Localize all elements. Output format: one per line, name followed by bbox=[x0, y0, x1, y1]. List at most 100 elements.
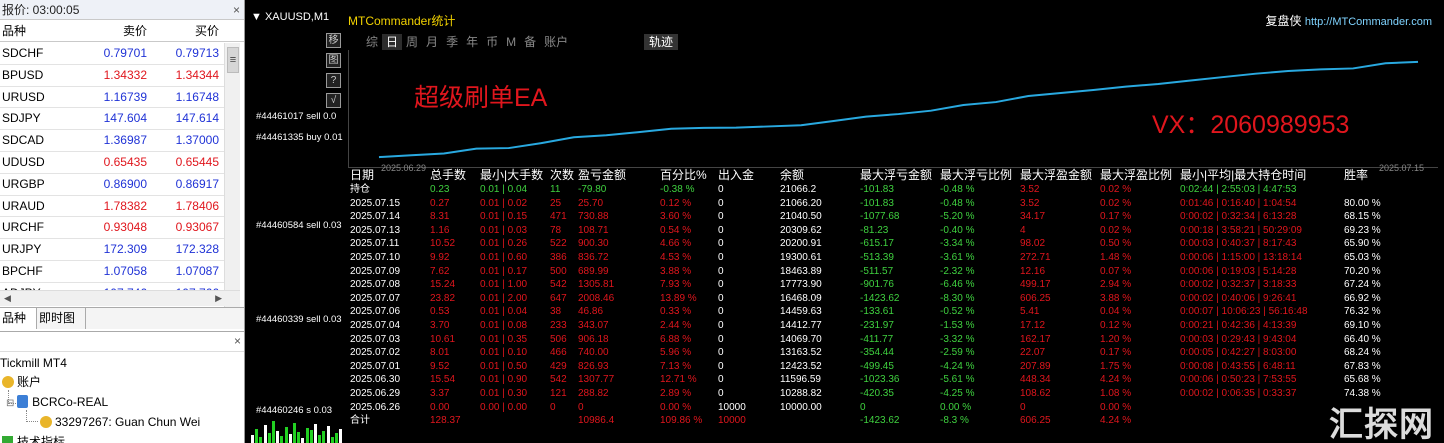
period-tab[interactable]: M bbox=[502, 34, 520, 50]
table-cell: 23.82 bbox=[430, 292, 456, 304]
col-bid[interactable]: 卖价 bbox=[78, 20, 150, 41]
table-cell: -2.59 % bbox=[940, 347, 975, 359]
close-icon[interactable]: × bbox=[234, 334, 241, 348]
table-cell: 20309.62 bbox=[780, 224, 822, 236]
check-button[interactable]: √ bbox=[326, 93, 341, 108]
table-cell: 0 bbox=[718, 184, 724, 195]
table-cell: 0.01 | 0.90 bbox=[480, 374, 528, 386]
chart-menu-icon[interactable]: ▼ bbox=[251, 11, 265, 23]
navigator-account[interactable]: 33297267: Guan Chun Wei bbox=[40, 413, 200, 431]
candle-bar bbox=[259, 437, 263, 443]
table-cell: 0.33 % bbox=[660, 306, 692, 318]
period-tab[interactable]: 币 bbox=[482, 34, 502, 50]
table-cell: 14459.63 bbox=[780, 306, 822, 318]
period-tab[interactable]: 月 bbox=[422, 34, 442, 50]
col-symbol[interactable]: 品种 bbox=[0, 20, 78, 41]
ask-price: 0.93067 bbox=[175, 220, 219, 235]
table-cell: 10.61 bbox=[430, 333, 456, 345]
help-button[interactable]: ? bbox=[326, 73, 341, 88]
order-label[interactable]: #44460584 sell 0.03 bbox=[256, 220, 342, 231]
move-button[interactable]: 移 bbox=[326, 33, 341, 48]
table-cell: 386 bbox=[550, 251, 567, 263]
symbol-row[interactable]: SDCAD 1.36987 1.37000 bbox=[0, 130, 224, 152]
table-cell: 1307.77 bbox=[578, 374, 615, 386]
symbol-row[interactable]: URGBP 0.86900 0.86917 bbox=[0, 174, 224, 196]
order-label[interactable]: #44461335 buy 0.01 bbox=[256, 132, 343, 143]
close-icon[interactable]: × bbox=[233, 0, 240, 20]
table-cell: 522 bbox=[550, 238, 567, 250]
table-cell: 0.01 | 0.04 bbox=[480, 306, 528, 318]
candle-bar bbox=[251, 435, 254, 443]
table-cell: -1423.62 bbox=[860, 415, 900, 427]
period-tab[interactable]: 综 bbox=[362, 34, 382, 50]
table-cell: 11596.59 bbox=[780, 374, 821, 386]
period-tab[interactable]: 日 bbox=[382, 34, 403, 50]
table-cell: 0.00 bbox=[430, 401, 450, 413]
candle-bar bbox=[272, 421, 275, 443]
table-cell: 0 bbox=[1020, 401, 1026, 413]
scroll-left-icon[interactable]: ◀ bbox=[4, 293, 11, 304]
table-cell: 121 bbox=[550, 387, 567, 399]
market-watch-title: 报价: 03:00:05 bbox=[2, 3, 80, 17]
order-label[interactable]: #44461017 sell 0.0 bbox=[256, 111, 337, 122]
scroll-right-icon[interactable]: ▶ bbox=[215, 293, 222, 304]
symbol-row[interactable]: SDCHF 0.79701 0.79713 bbox=[0, 43, 224, 65]
holding-row: 持仓 0.23 0.01 | 0.04 11 -79.80 -0.38 % 0 21066.2… bbox=[350, 183, 1440, 197]
order-label[interactable]: #44460339 sell 0.03 bbox=[256, 314, 342, 325]
symbol-row[interactable]: BPCHF 1.07058 1.07087 bbox=[0, 261, 224, 283]
table-cell: -5.61 % bbox=[940, 374, 975, 386]
chart-window[interactable]: ▼ XAUUSD,M1 移 图 ? √ #44461017 sell 0.0 #… bbox=[247, 0, 1444, 443]
symbol-row[interactable]: URUSD 1.16739 1.16748 bbox=[0, 87, 224, 109]
table-cell: 0.01 | 0.26 bbox=[480, 238, 528, 250]
horizontal-scrollbar[interactable]: ◀ ▶ bbox=[0, 290, 240, 306]
table-cell: 0 bbox=[718, 238, 724, 250]
table-cell: 0 bbox=[718, 279, 724, 291]
table-cell: 3.88 % bbox=[1100, 292, 1132, 304]
track-button[interactable]: 轨迹 bbox=[644, 34, 679, 50]
table-cell: 0 bbox=[578, 401, 584, 413]
table-cell: 0:00:02 | 0:06:35 | 0:33:37 bbox=[1180, 387, 1297, 399]
period-tab[interactable]: 周 bbox=[402, 34, 422, 50]
table-cell: 0 bbox=[718, 211, 724, 223]
market-watch-header: 报价: 03:00:05 × bbox=[0, 0, 244, 20]
navigator-indicators[interactable]: 技术指标 bbox=[2, 433, 65, 443]
period-tab[interactable]: 账户 bbox=[540, 34, 572, 50]
symbol-row[interactable]: URAUD 1.78382 1.78406 bbox=[0, 196, 224, 218]
period-tab[interactable]: 年 bbox=[462, 34, 482, 50]
bid-price: 1.16739 bbox=[103, 89, 147, 104]
navigator-root[interactable]: Tickmill MT4 bbox=[0, 354, 67, 372]
ask-price: 1.34344 bbox=[175, 67, 219, 82]
table-cell: 5.96 % bbox=[660, 347, 692, 359]
col-ask[interactable]: 买价 bbox=[150, 20, 222, 41]
table-cell: 2025.07.03 bbox=[350, 333, 401, 345]
symbol-row[interactable]: UDUSD 0.65435 0.65445 bbox=[0, 152, 224, 174]
tab-symbols[interactable]: 品种 bbox=[0, 308, 38, 329]
candle-bar bbox=[267, 433, 271, 443]
table-cell: 2025.07.04 bbox=[350, 319, 401, 331]
symbol-row[interactable]: SDJPY 147.604 147.614 bbox=[0, 108, 224, 131]
navigator-accounts[interactable]: 账户 bbox=[2, 373, 41, 391]
symbol-row[interactable]: URJPY 172.309 172.328 bbox=[0, 239, 224, 261]
tab-tick-chart[interactable]: 即时图 bbox=[37, 308, 87, 329]
ask-price: 1.07087 bbox=[175, 263, 219, 278]
vertical-scrollbar[interactable]: ≡ ▼ bbox=[224, 43, 240, 307]
table-cell: 3.88 % bbox=[660, 265, 692, 277]
navigator-server[interactable]: ⊟ BCRCo-REAL bbox=[6, 393, 108, 413]
symbol-row[interactable]: BPUSD 1.34332 1.34344 bbox=[0, 65, 224, 87]
candle-bar bbox=[335, 433, 338, 443]
period-tab[interactable]: 季 bbox=[442, 34, 462, 50]
symbol-row[interactable]: URCHF 0.93048 0.93067 bbox=[0, 217, 224, 240]
market-watch-tabs: 品种 即时图 bbox=[0, 307, 244, 329]
period-tab[interactable]: 备 bbox=[520, 34, 540, 50]
brand-url[interactable]: http://MTCommander.com bbox=[1305, 16, 1432, 28]
table-cell: 288.82 bbox=[578, 387, 609, 399]
table-cell: 0 bbox=[860, 401, 866, 413]
table-row: 2025.07.13 1.16 0.01 | 0.03 78 108.71 0.54 % 0… bbox=[350, 224, 1440, 238]
scroll-thumb[interactable]: ≡ bbox=[227, 47, 239, 73]
market-watch-list: SDCHF 0.79701 0.79713 BPUSD 1.34332 1.34344 UR… bbox=[0, 43, 224, 305]
table-cell: -8.3 % bbox=[940, 415, 969, 427]
table-cell: 900.30 bbox=[578, 238, 609, 250]
candle-bar bbox=[288, 434, 292, 443]
watermark-contact: VX：2060989953 bbox=[1152, 111, 1350, 139]
chart-button[interactable]: 图 bbox=[326, 53, 341, 68]
